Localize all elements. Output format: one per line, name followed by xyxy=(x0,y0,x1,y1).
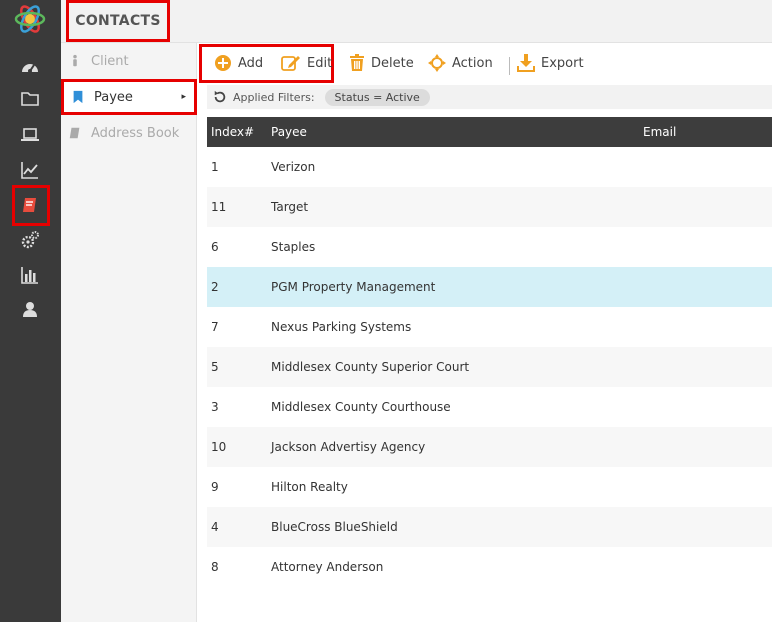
subnav-item-label: Address Book xyxy=(91,125,180,141)
cell-index: 4 xyxy=(211,520,219,534)
table-header: Index# Payee Email xyxy=(207,117,772,147)
cell-index: 5 xyxy=(211,360,219,374)
add-label: Add xyxy=(238,55,264,71)
cell-index: 3 xyxy=(211,400,219,414)
cell-index: 7 xyxy=(211,320,219,334)
cell-payee: Staples xyxy=(271,240,316,254)
subnav-item-label: Payee xyxy=(94,89,133,105)
table-row[interactable]: 9 Hilton Realty xyxy=(207,467,772,507)
chart-line-icon[interactable] xyxy=(18,159,42,181)
contacts-subnav: Client Payee ▸ Address Book xyxy=(61,43,197,622)
delete-label: Delete xyxy=(371,55,414,71)
export-label: Export xyxy=(541,55,584,71)
subnav-item-payee[interactable]: Payee ▸ xyxy=(61,79,197,115)
cell-payee: Hilton Realty xyxy=(271,480,348,494)
table-row[interactable]: 1 Verizon xyxy=(207,147,772,187)
bookmark-icon xyxy=(70,89,86,105)
cell-index: 2 xyxy=(211,280,219,294)
filter-chip[interactable]: Status = Active xyxy=(324,88,430,106)
cell-index: 11 xyxy=(211,200,227,214)
chevron-right-icon: ▸ xyxy=(181,92,186,102)
dashboard-icon[interactable] xyxy=(18,56,42,78)
folder-icon[interactable] xyxy=(18,88,42,110)
cell-payee: Verizon xyxy=(271,160,316,174)
cell-payee: Middlesex County Superior Court xyxy=(271,360,470,374)
action-button[interactable]: Action xyxy=(428,43,493,83)
subnav-item-client[interactable]: Client xyxy=(61,43,197,79)
edit-button[interactable]: Edit xyxy=(281,43,332,83)
book-icon xyxy=(67,125,83,141)
cell-payee: Middlesex County Courthouse xyxy=(271,400,451,414)
crosshair-icon xyxy=(428,54,446,72)
cell-payee: PGM Property Management xyxy=(271,280,436,294)
page-title: CONTACTS xyxy=(75,13,161,29)
cell-index: 10 xyxy=(211,440,227,454)
add-circle-icon xyxy=(215,55,231,71)
gears-icon[interactable] xyxy=(18,229,42,251)
edit-label: Edit xyxy=(307,55,333,71)
download-icon xyxy=(517,54,535,72)
applied-filters-bar: Applied Filters: Status = Active xyxy=(207,85,772,109)
cell-payee: Attorney Anderson xyxy=(271,560,384,574)
cell-index: 9 xyxy=(211,480,219,494)
subnav-item-label: Client xyxy=(91,53,129,69)
subnav-item-address-book[interactable]: Address Book xyxy=(61,115,197,151)
cell-index: 8 xyxy=(211,560,219,574)
table-row[interactable]: 8 Attorney Anderson xyxy=(207,547,772,587)
column-header-payee[interactable]: Payee xyxy=(271,125,307,139)
export-button[interactable]: Export xyxy=(517,43,584,83)
delete-button[interactable]: Delete xyxy=(349,43,414,83)
cell-payee: Nexus Parking Systems xyxy=(271,320,412,334)
table-row[interactable]: 3 Middlesex County Courthouse xyxy=(207,387,772,427)
edit-icon xyxy=(281,56,300,71)
applied-filters-label: Applied Filters: xyxy=(233,90,315,104)
left-rail xyxy=(0,0,61,622)
active-rail-highlight xyxy=(12,185,50,226)
cell-payee: BlueCross BlueShield xyxy=(271,520,398,534)
cell-payee: Jackson Advertisy Agency xyxy=(271,440,426,454)
table-row[interactable]: 10 Jackson Advertisy Agency xyxy=(207,427,772,467)
column-header-index[interactable]: Index# xyxy=(211,125,254,139)
cell-index: 1 xyxy=(211,160,219,174)
app-logo[interactable] xyxy=(13,3,47,35)
table-row-selected[interactable]: 2 PGM Property Management xyxy=(207,267,772,307)
page-header: CONTACTS xyxy=(61,0,772,43)
table-row[interactable]: 11 Target xyxy=(207,187,772,227)
reset-filters-icon[interactable] xyxy=(213,90,227,104)
payee-table: Index# Payee Email 1 Verizon 11 Target 6 St… xyxy=(207,117,772,622)
table-row[interactable]: 6 Staples xyxy=(207,227,772,267)
cell-index: 6 xyxy=(211,240,219,254)
table-row[interactable]: 7 Nexus Parking Systems xyxy=(207,307,772,347)
laptop-icon[interactable] xyxy=(18,124,42,146)
toolbar-divider xyxy=(509,57,510,75)
trash-icon xyxy=(350,54,364,71)
table-row[interactable]: 4 BlueCross BlueShield xyxy=(207,507,772,547)
page-title-highlight: CONTACTS xyxy=(66,0,170,42)
cell-payee: Target xyxy=(271,200,309,214)
table-row[interactable]: 5 Middlesex County Superior Court xyxy=(207,347,772,387)
add-button[interactable]: Add xyxy=(214,43,263,83)
toolbar: Add Edit Delete Action Export xyxy=(197,43,772,84)
bar-chart-icon[interactable] xyxy=(18,264,42,286)
action-label: Action xyxy=(452,55,493,71)
person-icon xyxy=(67,53,83,69)
user-icon[interactable] xyxy=(18,299,42,321)
column-header-email[interactable]: Email xyxy=(643,125,676,139)
